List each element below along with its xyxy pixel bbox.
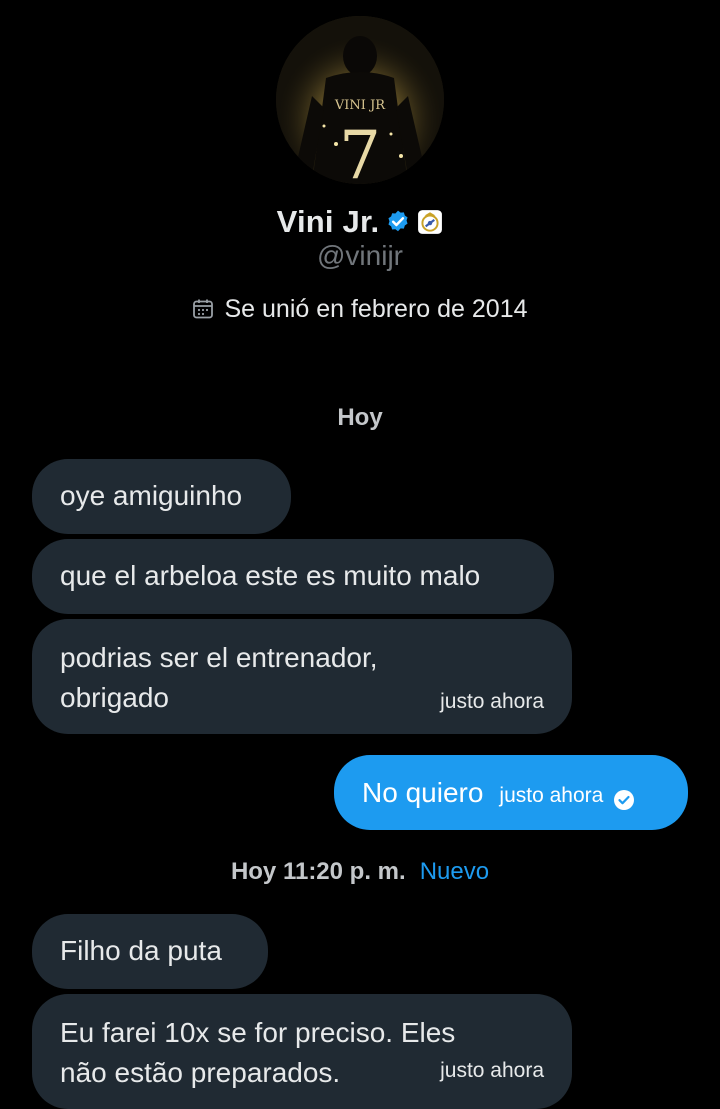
outgoing-message[interactable]: No quiero justo ahora bbox=[334, 755, 688, 830]
message-text: oye amiguinho bbox=[60, 480, 243, 511]
calendar-icon bbox=[192, 298, 214, 320]
joined-date-text: Se unió en febrero de 2014 bbox=[224, 294, 528, 323]
avatar-image: VINI JR 7 bbox=[276, 16, 444, 184]
seen-check-icon bbox=[613, 785, 635, 810]
message-text: que el arbeloa este es muito malo bbox=[60, 560, 481, 591]
profile-name[interactable]: Vini Jr. bbox=[277, 204, 380, 240]
new-messages-label: Nuevo bbox=[419, 858, 490, 885]
separator-time: Hoy 11:20 p. m. bbox=[230, 858, 406, 885]
message-timestamp: justo ahora bbox=[440, 690, 544, 713]
message-timestamp: justo ahora bbox=[499, 783, 604, 807]
message-timestamp: justo ahora bbox=[440, 1059, 544, 1082]
verified-badge-icon bbox=[385, 209, 411, 235]
avatar-jersey-text: VINI JR bbox=[334, 98, 386, 113]
incoming-message[interactable]: que el arbeloa este es muito malo bbox=[32, 539, 554, 614]
profile-handle: @vinijr bbox=[317, 240, 403, 271]
incoming-message[interactable]: oye amiguinho bbox=[32, 459, 291, 534]
incoming-message[interactable]: Eu farei 10x se for preciso. Eles não es… bbox=[32, 994, 572, 1109]
incoming-message[interactable]: Filho da puta bbox=[32, 914, 268, 989]
message-meta: justo ahora bbox=[499, 776, 635, 816]
avatar-jersey-number: 7 bbox=[339, 117, 381, 184]
profile-name-row: Vini Jr. bbox=[0, 200, 720, 244]
incoming-message[interactable]: podrias ser el entrenador, obrigado just… bbox=[32, 619, 572, 734]
message-text: No quiero bbox=[362, 776, 484, 808]
club-crest-icon bbox=[417, 209, 443, 235]
avatar[interactable]: VINI JR 7 bbox=[276, 16, 444, 184]
date-separator-new: Hoy 11:20 p. m. Nuevo bbox=[0, 858, 720, 886]
joined-date: Se unió en febrero de 2014 bbox=[0, 292, 720, 326]
message-text: Filho da puta bbox=[60, 935, 222, 966]
date-separator: Hoy bbox=[337, 404, 383, 431]
